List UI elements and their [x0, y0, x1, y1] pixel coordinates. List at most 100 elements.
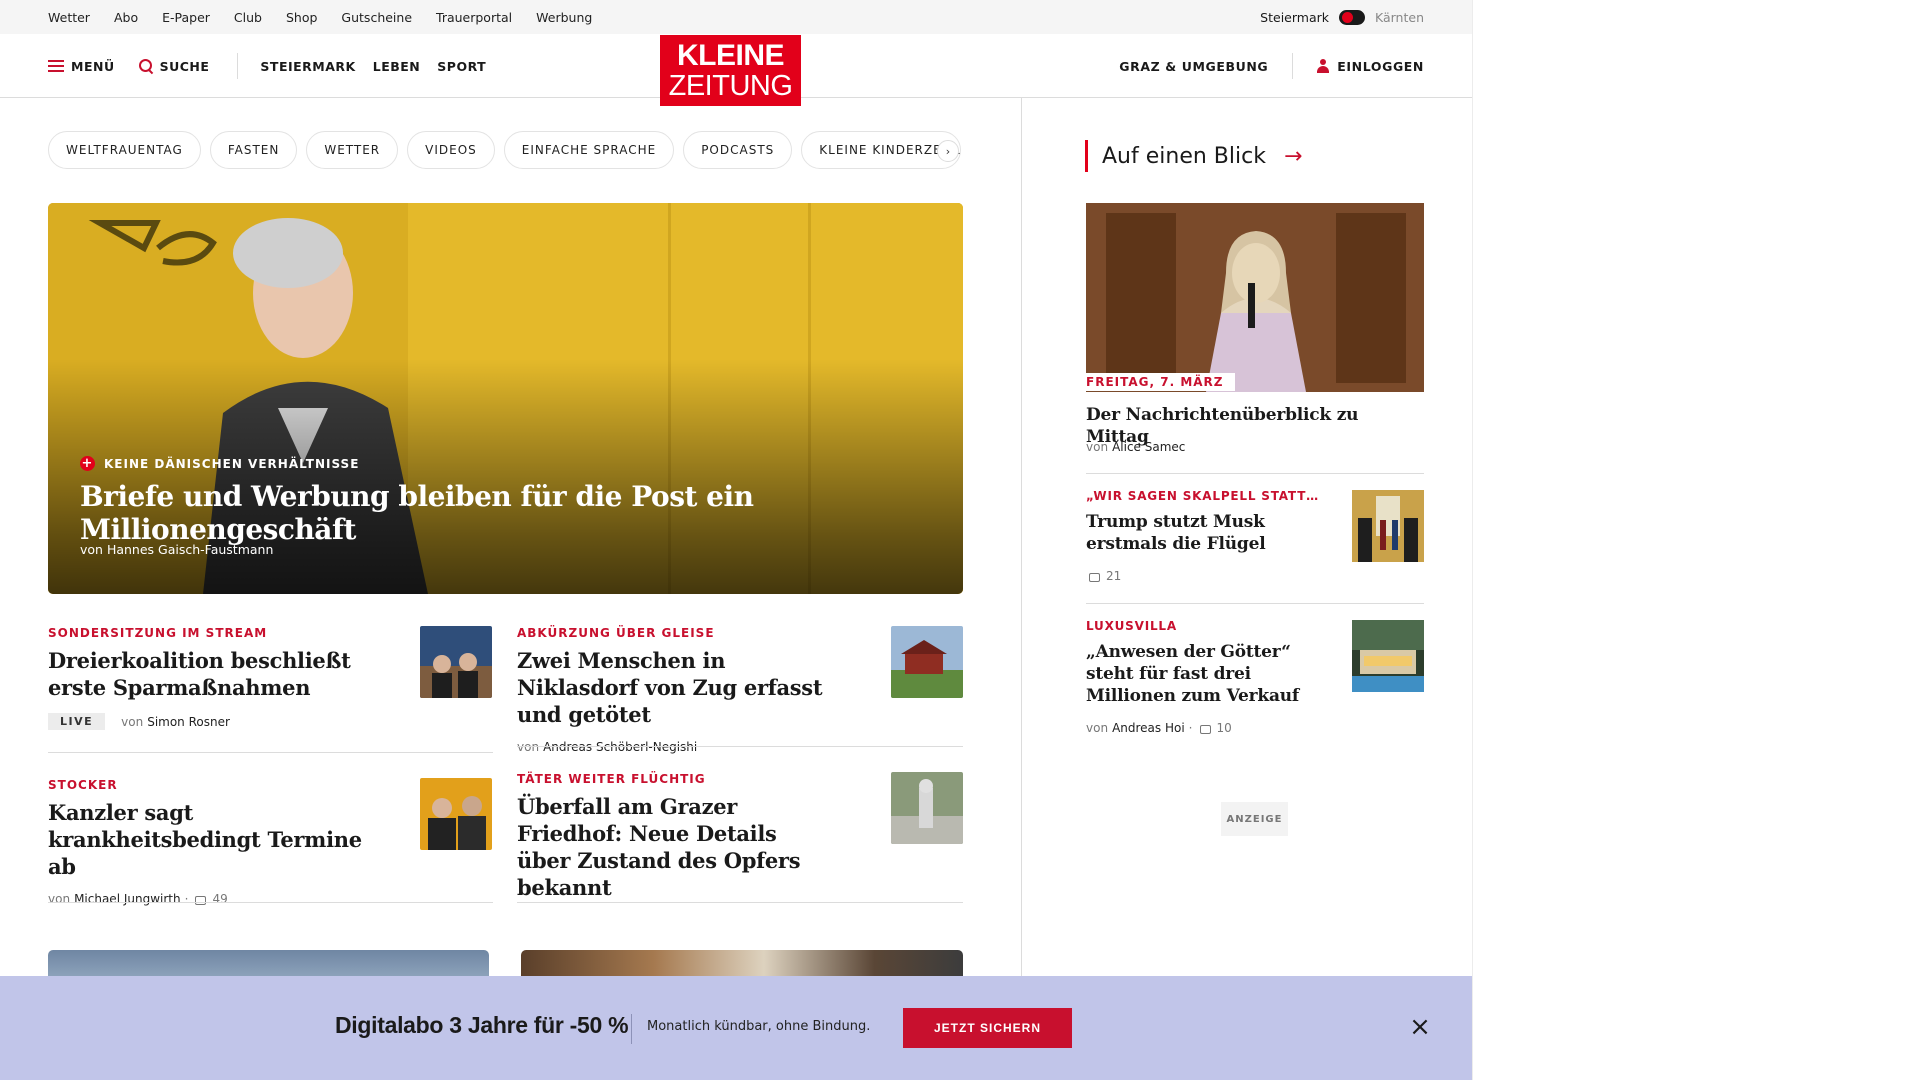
article-image [420, 778, 492, 850]
article-kicker: STOCKER [48, 778, 118, 792]
article-thumbnail[interactable] [420, 778, 492, 850]
header-divider-right [1292, 53, 1294, 79]
sidebar-item-kicker: LUXUSVILLA [1086, 619, 1177, 633]
sidebar-lead-image[interactable] [1086, 203, 1424, 392]
hero-byline-prefix: von [80, 542, 103, 557]
article-thumbnail[interactable] [420, 626, 492, 698]
nav-leben[interactable]: LEBEN [373, 59, 421, 74]
subscription-banner: Digitalabo 3 Jahre für -50 % Monatlich k… [0, 976, 1472, 1080]
region-switch: Steiermark Kärnten [1260, 0, 1424, 34]
byline-prefix: von [48, 892, 71, 906]
article-kicker: TÄTER WEITER FLÜCHTIG [517, 772, 706, 786]
sidebar-heading-text: Auf einen Blick [1102, 143, 1266, 169]
meta-link-wetter[interactable]: Wetter [48, 10, 90, 25]
site-header: MENÜ SUCHE STEIERMARK LEBEN SPORT KLEINE… [0, 34, 1472, 106]
subscribe-button[interactable]: JETZT SICHERN [903, 1008, 1072, 1048]
chip-einfache-sprache[interactable]: EINFACHE SPRACHE [503, 131, 675, 169]
meta-link-gutscheine[interactable]: Gutscheine [341, 10, 412, 25]
arrow-right-icon: → [1283, 143, 1303, 169]
comment-count[interactable]: 10 [1217, 721, 1232, 735]
ad-label: ANZEIGE [1221, 802, 1288, 836]
comment-count[interactable]: 49 [212, 892, 227, 906]
page-frame: Wetter Abo E-Paper Club Shop Gutscheine … [0, 0, 1472, 1080]
hero-kicker: + KEINE DÄNISCHEN VERHÄLTNISSE [80, 456, 359, 471]
meta-link-trauerportal[interactable]: Trauerportal [436, 10, 512, 25]
sidebar-item-author[interactable]: Andreas Hoi [1112, 721, 1185, 735]
meta-link-werbung[interactable]: Werbung [536, 10, 592, 25]
lead-image [1086, 203, 1424, 392]
article-thumbnail[interactable] [891, 772, 963, 844]
article-divider [48, 752, 493, 753]
site-logo[interactable]: KLEINE ZEITUNG [660, 35, 801, 106]
sidebar-item-thumbnail[interactable] [1352, 620, 1424, 692]
sidebar-heading[interactable]: Auf einen Blick → [1085, 140, 1302, 172]
meta-link-epaper[interactable]: E-Paper [162, 10, 210, 25]
article-author[interactable]: Michael Jungwirth [74, 892, 181, 906]
menu-button[interactable]: MENÜ [48, 59, 115, 74]
sidebar-divider [1086, 473, 1424, 474]
nav-sport[interactable]: SPORT [437, 59, 486, 74]
meta-link-club[interactable]: Club [234, 10, 262, 25]
article-title[interactable]: Dreierkoalition beschließt erste Sparmaß… [48, 647, 378, 701]
article-author[interactable]: Simon Rosner [147, 715, 230, 729]
article-thumbnail[interactable] [891, 626, 963, 698]
promo-divider [631, 1014, 632, 1044]
promo-subtitle: Monatlich kündbar, ohne Bindung. [647, 1019, 871, 1034]
chips-next-button[interactable]: › [937, 140, 959, 162]
region-toggle[interactable] [1339, 9, 1365, 25]
chip-fasten[interactable]: FASTEN [209, 131, 298, 169]
article-title[interactable]: Zwei Menschen in Niklasdorf von Zug erfa… [517, 647, 827, 728]
article-meta: von Andreas Schöberl-Negishi [517, 740, 827, 754]
topic-chips: WELTFRAUENTAG FASTEN WETTER VIDEOS EINFA… [48, 131, 962, 169]
logo-line-1: KLEINE [676, 38, 785, 72]
article-title[interactable]: Kanzler sagt krankheitsbedingt Termine a… [48, 799, 378, 880]
close-icon[interactable]: × [1409, 1014, 1431, 1040]
article-image [891, 772, 963, 844]
region-kaernten[interactable]: Kärnten [1375, 10, 1424, 25]
comment-icon [1089, 572, 1100, 582]
comment-icon [195, 895, 207, 905]
heading-accent [1085, 140, 1088, 172]
article-card[interactable]: TÄTER WEITER FLÜCHTIG Überfall am Grazer… [517, 772, 827, 901]
byline-prefix: von [1086, 440, 1109, 454]
article-divider [517, 902, 963, 903]
article-kicker: SONDERSITZUNG IM STREAM [48, 626, 268, 640]
sidebar-item-image [1352, 490, 1424, 562]
region-steiermark[interactable]: Steiermark [1260, 10, 1329, 25]
sidebar-item-title[interactable]: Trump stutzt Musk erstmals die Flügel [1086, 511, 1316, 555]
article-meta: von Michael Jungwirth · 49 [48, 892, 228, 906]
comment-count[interactable]: 21 [1106, 569, 1121, 583]
user-icon [1317, 59, 1330, 73]
hero-title[interactable]: Briefe und Werbung bleiben für die Post … [80, 480, 963, 546]
chip-podcasts[interactable]: PODCASTS [683, 131, 793, 169]
promo-title: Digitalabo 3 Jahre für -50 % [335, 1012, 629, 1038]
article-divider [48, 902, 493, 903]
chip-weltfrauentag[interactable]: WELTFRAUENTAG [48, 131, 201, 169]
meta-link-abo[interactable]: Abo [114, 10, 138, 25]
article-title[interactable]: Überfall am Grazer Friedhof: Neue Detail… [517, 793, 827, 901]
search-icon [138, 59, 153, 73]
region-link[interactable]: GRAZ & UMGEBUNG [1119, 59, 1268, 74]
hero-article[interactable]: + KEINE DÄNISCHEN VERHÄLTNISSE Briefe un… [48, 203, 963, 594]
chevron-right-icon: › [945, 144, 951, 158]
lead-author[interactable]: Alice Samec [1112, 440, 1185, 454]
chip-videos[interactable]: VIDEOS [407, 131, 495, 169]
sidebar-item-image [1352, 620, 1424, 692]
article-card[interactable]: SONDERSITZUNG IM STREAM Dreierkoalition … [48, 626, 378, 730]
search-button[interactable]: SUCHE [138, 59, 210, 74]
hero-author[interactable]: Hannes Gaisch-Faustmann [107, 542, 273, 557]
lead-date: FREITAG, 7. MÄRZ [1086, 373, 1236, 391]
sidebar-item-title[interactable]: „Anwesen der Götter“ steht für fast drei… [1086, 641, 1316, 707]
chip-wetter[interactable]: WETTER [306, 131, 399, 169]
article-card[interactable]: ABKÜRZUNG ÜBER GLEISE Zwei Menschen in N… [517, 626, 827, 754]
article-author[interactable]: Andreas Schöberl-Negishi [543, 740, 697, 754]
hamburger-icon [48, 60, 64, 72]
login-link[interactable]: EINLOGGEN [1337, 59, 1424, 74]
sidebar: Auf einen Blick → FREITAG, 7. MÄRZ Der N… [1023, 98, 1472, 1080]
sidebar-item-thumbnail[interactable] [1352, 490, 1424, 562]
nav-steiermark[interactable]: STEIERMARK [260, 59, 355, 74]
meta-link-shop[interactable]: Shop [286, 10, 317, 25]
article-card[interactable]: STOCKER Kanzler sagt krankheitsbedingt T… [48, 778, 378, 906]
meta-links: Wetter Abo E-Paper Club Shop Gutscheine … [48, 0, 592, 34]
article-meta: LIVE von Simon Rosner [48, 713, 378, 730]
